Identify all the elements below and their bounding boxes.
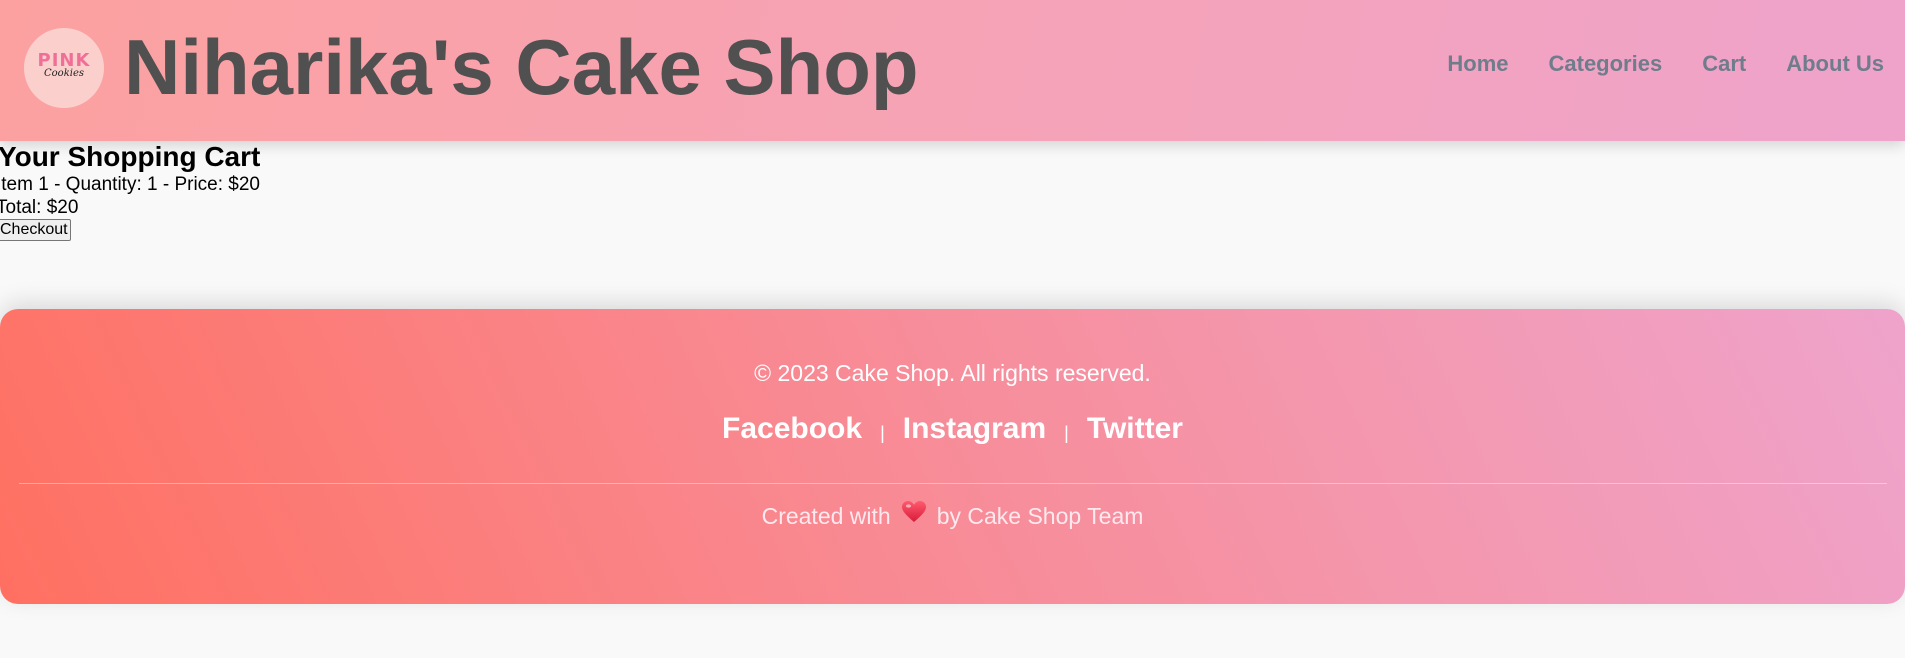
- nav-link-home[interactable]: Home: [1447, 50, 1508, 78]
- checkout-button[interactable]: Checkout: [0, 219, 71, 241]
- cart-item: Item 1 - Quantity: 1 - Price: $20: [0, 174, 260, 195]
- credits-line: Created with by Cake Shop Team: [0, 501, 1905, 533]
- social-links: Facebook | Instagram | Twitter: [0, 411, 1905, 447]
- site-header: PINK Cookies Niharika's Cake Shop Home C…: [0, 0, 1905, 141]
- facebook-link[interactable]: Facebook: [722, 412, 862, 445]
- footer-divider: [19, 483, 1887, 484]
- site-footer: © 2023 Cake Shop. All rights reserved. F…: [0, 309, 1905, 604]
- main-nav: Home Categories Cart About Us: [1447, 50, 1884, 78]
- instagram-link[interactable]: Instagram: [903, 412, 1046, 445]
- link-separator: |: [1064, 423, 1069, 444]
- copyright-text: © 2023 Cake Shop. All rights reserved.: [754, 360, 1151, 386]
- site-title: Niharika's Cake Shop: [124, 23, 919, 111]
- shop-logo[interactable]: PINK Cookies: [24, 28, 104, 108]
- twitter-link[interactable]: Twitter: [1087, 412, 1183, 445]
- credits-suffix: by Cake Shop Team: [936, 503, 1144, 529]
- link-separator: |: [880, 423, 885, 444]
- heart-icon: [901, 500, 927, 531]
- logo-text-cookies: Cookies: [44, 68, 84, 79]
- nav-link-about-us[interactable]: About Us: [1786, 50, 1884, 78]
- credits-prefix: Created with: [761, 503, 891, 529]
- shopping-cart: Your Shopping Cart Item 1 - Quantity: 1 …: [0, 141, 600, 241]
- cart-heading: Your Shopping Cart: [0, 141, 261, 172]
- nav-link-cart[interactable]: Cart: [1702, 50, 1746, 78]
- cart-total: Total: $20: [0, 197, 79, 218]
- nav-link-categories[interactable]: Categories: [1549, 50, 1663, 78]
